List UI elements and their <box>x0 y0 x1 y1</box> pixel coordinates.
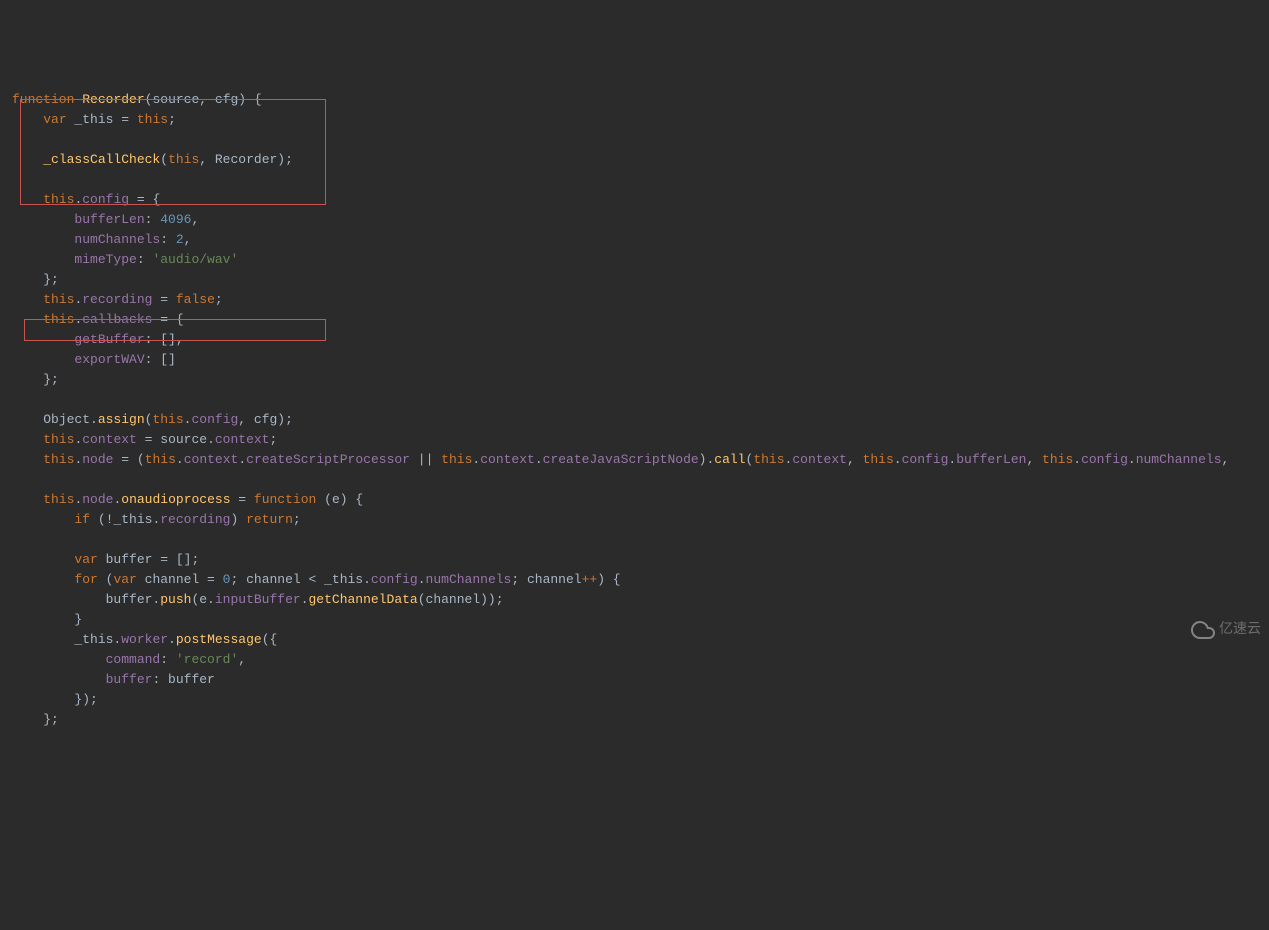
code-line[interactable]: Object.assign(this.config, cfg); <box>0 410 1269 430</box>
code-line[interactable]: this.recording = false; <box>0 290 1269 310</box>
code-line[interactable]: }; <box>0 370 1269 390</box>
code-line[interactable]: for (var channel = 0; channel < _this.co… <box>0 570 1269 590</box>
code-line[interactable] <box>0 170 1269 190</box>
code-line[interactable]: buffer.push(e.inputBuffer.getChannelData… <box>0 590 1269 610</box>
code-line[interactable]: var _this = this; <box>0 110 1269 130</box>
code-line[interactable]: exportWAV: [] <box>0 350 1269 370</box>
code-line[interactable]: command: 'record', <box>0 650 1269 670</box>
code-line[interactable]: }); <box>0 690 1269 710</box>
code-line[interactable]: bufferLen: 4096, <box>0 210 1269 230</box>
code-line[interactable]: _classCallCheck(this, Recorder); <box>0 150 1269 170</box>
code-line[interactable]: this.config = { <box>0 190 1269 210</box>
code-line[interactable]: this.context = source.context; <box>0 430 1269 450</box>
code-line[interactable]: this.node.onaudioprocess = function (e) … <box>0 490 1269 510</box>
code-line[interactable] <box>0 130 1269 150</box>
code-line[interactable]: } <box>0 610 1269 630</box>
watermark: 亿速云 <box>1191 618 1261 642</box>
code-line[interactable]: }; <box>0 270 1269 290</box>
code-line[interactable] <box>0 470 1269 490</box>
code-line[interactable]: }; <box>0 710 1269 730</box>
code-line[interactable] <box>0 390 1269 410</box>
code-line[interactable]: numChannels: 2, <box>0 230 1269 250</box>
code-line[interactable]: buffer: buffer <box>0 670 1269 690</box>
code-line[interactable]: if (!_this.recording) return; <box>0 510 1269 530</box>
code-line[interactable]: this.callbacks = { <box>0 310 1269 330</box>
code-editor[interactable]: function Recorder(source, cfg) { var _th… <box>0 90 1269 730</box>
code-line[interactable]: this.node = (this.context.createScriptPr… <box>0 450 1269 470</box>
code-line[interactable]: function Recorder(source, cfg) { <box>0 90 1269 110</box>
code-line[interactable]: var buffer = []; <box>0 550 1269 570</box>
code-line[interactable]: getBuffer: [], <box>0 330 1269 350</box>
code-line[interactable]: _this.worker.postMessage({ <box>0 630 1269 650</box>
watermark-text: 亿速云 <box>1219 620 1261 640</box>
code-line[interactable]: mimeType: 'audio/wav' <box>0 250 1269 270</box>
cloud-icon <box>1191 618 1215 642</box>
code-line[interactable] <box>0 530 1269 550</box>
